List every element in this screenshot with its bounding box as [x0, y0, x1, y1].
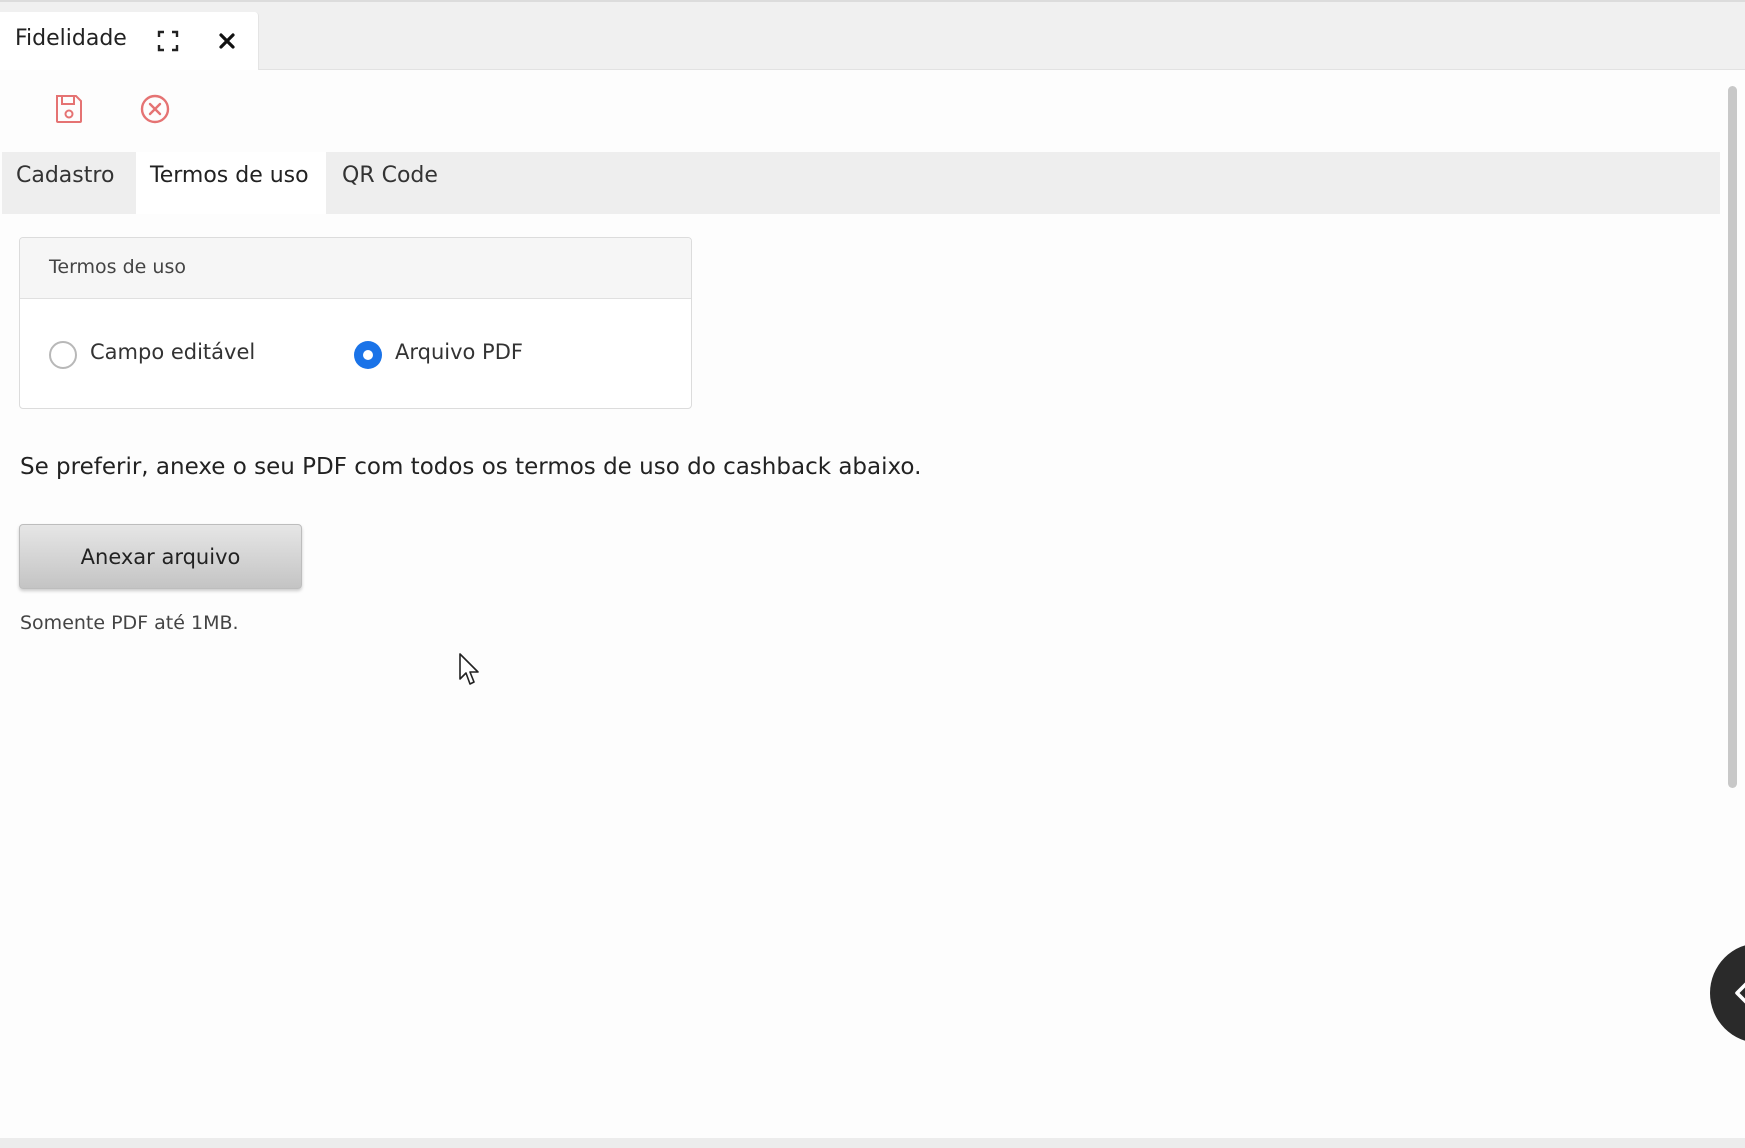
document-tab-title: Fidelidade [15, 26, 127, 51]
cancel-icon[interactable] [138, 92, 172, 126]
radio-arquivo-pdf[interactable]: Arquivo PDF [354, 338, 604, 370]
mouse-cursor-icon [459, 653, 479, 685]
terms-panel: Termos de uso Campo editável Arquivo PDF [19, 237, 692, 409]
scrollbar-thumb[interactable] [1728, 86, 1737, 788]
toolbar [0, 70, 1745, 152]
radio-campo-editavel[interactable]: Campo editável [49, 338, 299, 370]
radio-button-checked[interactable] [354, 341, 382, 369]
expand-icon[interactable] [156, 29, 180, 53]
close-icon[interactable] [214, 28, 240, 54]
document-tab[interactable]: Fidelidade [0, 12, 259, 72]
document-tab-strip: Fidelidade [0, 0, 1745, 72]
radio-label-arquivo-pdf: Arquivo PDF [395, 340, 523, 364]
tab-termos-de-uso[interactable]: Termos de uso [136, 152, 326, 214]
attach-file-button[interactable]: Anexar arquivo [19, 524, 302, 589]
save-icon[interactable] [52, 92, 86, 126]
tab-qr-code[interactable]: QR Code [328, 152, 458, 214]
app-window: Fidelidade Cadastro Termos de uso QR Cod… [0, 0, 1745, 1148]
bottom-border [0, 1138, 1745, 1148]
terms-panel-title: Termos de uso [49, 256, 186, 278]
content-tab-bar: Cadastro Termos de uso QR Code [2, 152, 1720, 214]
radio-label-campo-editavel: Campo editável [90, 340, 256, 364]
tab-cadastro[interactable]: Cadastro [2, 152, 136, 214]
radio-button-unchecked[interactable] [49, 341, 77, 369]
side-panel-toggle[interactable] [1710, 943, 1745, 1043]
terms-panel-header: Termos de uso [20, 238, 691, 299]
attachment-hint: Somente PDF até 1MB. [20, 612, 239, 634]
chevron-left-icon [1735, 982, 1745, 1004]
attachment-description: Se preferir, anexe o seu PDF com todos o… [20, 454, 922, 480]
